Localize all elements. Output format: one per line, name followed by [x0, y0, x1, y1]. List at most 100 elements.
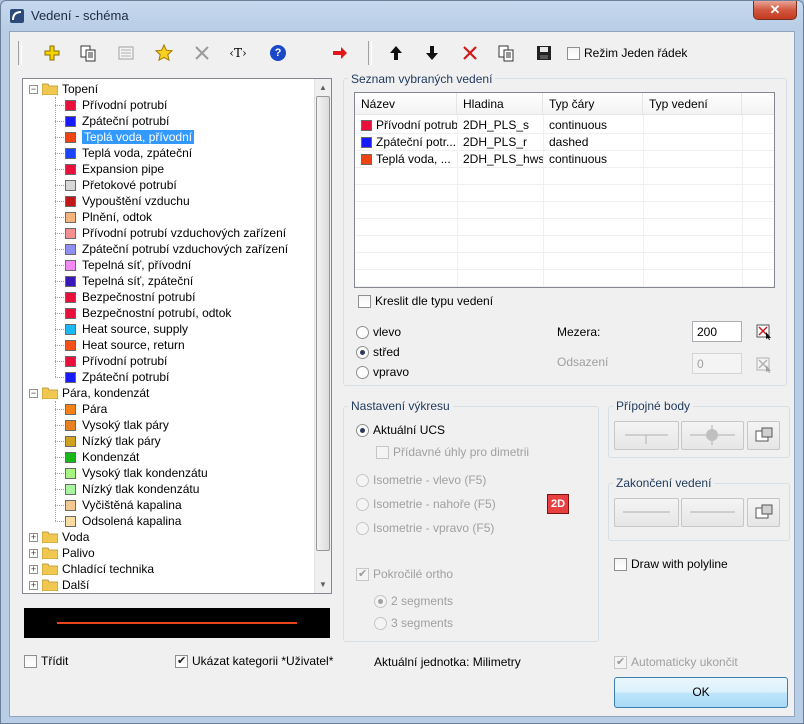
- column-header-linetype[interactable]: Typ čáry: [543, 93, 643, 115]
- pipe-type-tree[interactable]: ▲ ▼ − Topení Přívodní potrubí Zpáteční potr…: [22, 78, 332, 594]
- selected-pipes-list[interactable]: Název Hladina Typ čáry Typ vedení Přívod…: [354, 92, 775, 288]
- close-button[interactable]: ✕: [753, 1, 797, 20]
- expand-icon[interactable]: +: [29, 564, 38, 574]
- scroll-thumb[interactable]: [316, 96, 330, 551]
- tree-item[interactable]: Odsolená kapalina: [65, 513, 181, 529]
- sort-checkbox[interactable]: Třídit: [24, 654, 68, 668]
- tree-vertical-scrollbar[interactable]: ▲ ▼: [314, 79, 331, 593]
- tree-item[interactable]: Vysoký tlak kondenzátu: [65, 465, 208, 481]
- tree-item[interactable]: Tepelná síť, zpáteční: [65, 273, 193, 289]
- connection-tee-button[interactable]: [614, 421, 679, 450]
- text-icon[interactable]: ‹T›: [226, 41, 250, 65]
- draw-polyline-checkbox[interactable]: Draw with polyline: [614, 557, 728, 571]
- tree-item[interactable]: Přívodní potrubí vzduchových zařízení: [65, 225, 286, 241]
- tree-item[interactable]: Teplá voda, přívodní: [65, 129, 195, 145]
- color-swatch: [65, 419, 76, 431]
- column-header-name[interactable]: Název: [355, 93, 457, 115]
- move-down-icon[interactable]: [420, 41, 444, 65]
- expand-icon[interactable]: +: [29, 532, 38, 542]
- list-row[interactable]: Teplá voda, ... 2DH_PLS_hws continuous: [355, 151, 774, 168]
- tree-item[interactable]: Expansion pipe: [65, 161, 164, 177]
- tree-item[interactable]: Bezpečnostní potrubí: [65, 289, 195, 305]
- expand-icon[interactable]: +: [29, 548, 38, 558]
- list-row[interactable]: Přívodní potrubí 2DH_PLS_s continuous: [355, 117, 774, 134]
- align-right-circle[interactable]: [356, 365, 369, 379]
- mode-2d-badge: 2D: [547, 494, 569, 514]
- current-ucs-radio[interactable]: Aktuální UCS: [356, 423, 445, 437]
- copy-icon[interactable]: [76, 41, 100, 65]
- move-up-icon[interactable]: [384, 41, 408, 65]
- current-ucs-circle[interactable]: [356, 423, 369, 437]
- align-center-circle[interactable]: [356, 345, 369, 359]
- tree-item[interactable]: Nízký tlak páry: [65, 433, 161, 449]
- tree-item[interactable]: Vysoký tlak páry: [65, 417, 169, 433]
- tree-item[interactable]: Zpáteční potrubí: [65, 113, 169, 129]
- align-right-radio[interactable]: vpravo: [356, 365, 409, 379]
- draw-by-type-checkbox[interactable]: Kreslit dle typu vedení: [358, 294, 493, 308]
- show-user-category-box[interactable]: [175, 654, 188, 668]
- sort-box[interactable]: [24, 654, 37, 668]
- properties-icon[interactable]: [114, 41, 138, 65]
- single-row-mode-checkbox[interactable]: Režim Jeden řádek: [567, 46, 687, 60]
- tree-item[interactable]: Tepelná síť, přívodní: [65, 257, 191, 273]
- tree-group[interactable]: + Chladící technika: [29, 561, 154, 577]
- tree-item[interactable]: Přetokové potrubí: [65, 177, 177, 193]
- save-icon[interactable]: [532, 41, 556, 65]
- ending-open-button[interactable]: [614, 498, 679, 527]
- delete-icon[interactable]: [458, 41, 482, 65]
- tree-item[interactable]: Přívodní potrubí: [65, 97, 167, 113]
- tree-item[interactable]: Pára: [65, 401, 107, 417]
- toolbar-grip[interactable]: [18, 41, 22, 65]
- favorite-star-icon[interactable]: [152, 41, 176, 65]
- column-header-pipetype[interactable]: Typ vedení: [643, 93, 742, 115]
- draw-polyline-box[interactable]: [614, 557, 627, 571]
- tree-item[interactable]: Vyčištěná kapalina: [65, 497, 182, 513]
- tree-item[interactable]: Kondenzát: [65, 449, 139, 465]
- single-row-mode-box[interactable]: [567, 46, 580, 60]
- tree-item[interactable]: Vypouštění vzduchu: [65, 193, 190, 209]
- toolbar-grip-2[interactable]: [368, 41, 372, 65]
- scroll-down-icon[interactable]: ▼: [315, 576, 331, 593]
- copy-icon[interactable]: [494, 41, 518, 65]
- expand-icon[interactable]: +: [29, 580, 38, 590]
- align-center-radio[interactable]: střed: [356, 345, 400, 359]
- align-left-circle[interactable]: [356, 325, 369, 339]
- tree-item[interactable]: Teplá voda, zpáteční: [65, 145, 192, 161]
- tree-group[interactable]: − Pára, kondenzát: [29, 385, 149, 401]
- tree-item[interactable]: Plnění, odtok: [65, 209, 152, 225]
- title-bar[interactable]: Vedení - schéma ✕: [1, 1, 803, 31]
- connection-settings-button[interactable]: [747, 421, 780, 450]
- collapse-icon[interactable]: −: [29, 84, 38, 94]
- move-right-icon[interactable]: [328, 41, 352, 65]
- tree-group[interactable]: + Další: [29, 577, 89, 593]
- tree-group[interactable]: − Topení: [29, 81, 98, 97]
- tree-item[interactable]: Nízký tlak kondenzátu: [65, 481, 199, 497]
- tree-item-label: Tepelná síť, přívodní: [82, 258, 192, 272]
- tree-item[interactable]: Bezpečnostní potrubí, odtok: [65, 305, 231, 321]
- collapse-icon[interactable]: −: [29, 388, 38, 398]
- column-header-layer[interactable]: Hladina: [457, 93, 543, 115]
- open-end-icon: [623, 511, 670, 513]
- tree-group[interactable]: +Požární ochrana: [29, 593, 150, 594]
- connection-node-button[interactable]: [681, 421, 744, 450]
- tree-item[interactable]: Zpáteční potrubí vzduchových zařízení: [65, 241, 288, 257]
- show-user-category-checkbox[interactable]: Ukázat kategorii *Uživatel*: [175, 654, 333, 668]
- help-icon[interactable]: ?: [266, 41, 290, 65]
- gap-input[interactable]: 200: [692, 321, 742, 342]
- add-icon[interactable]: [40, 41, 64, 65]
- tree-item[interactable]: Zpáteční potrubí: [65, 369, 169, 385]
- ending-settings-button[interactable]: [747, 498, 780, 527]
- list-row[interactable]: Zpáteční potr... 2DH_PLS_r dashed: [355, 134, 774, 151]
- tree-item[interactable]: Heat source, return: [65, 337, 185, 353]
- draw-by-type-box[interactable]: [358, 294, 371, 308]
- tree-item[interactable]: Heat source, supply: [65, 321, 188, 337]
- align-left-radio[interactable]: vlevo: [356, 325, 401, 339]
- tree-item[interactable]: Přívodní potrubí: [65, 353, 167, 369]
- tree-group[interactable]: + Voda: [29, 529, 89, 545]
- tools-icon[interactable]: [190, 41, 214, 65]
- pick-gap-icon[interactable]: [756, 323, 773, 340]
- ok-button[interactable]: OK: [614, 677, 788, 708]
- ending-closed-button[interactable]: [681, 498, 744, 527]
- scroll-up-icon[interactable]: ▲: [315, 79, 331, 96]
- tree-group[interactable]: + Palivo: [29, 545, 95, 561]
